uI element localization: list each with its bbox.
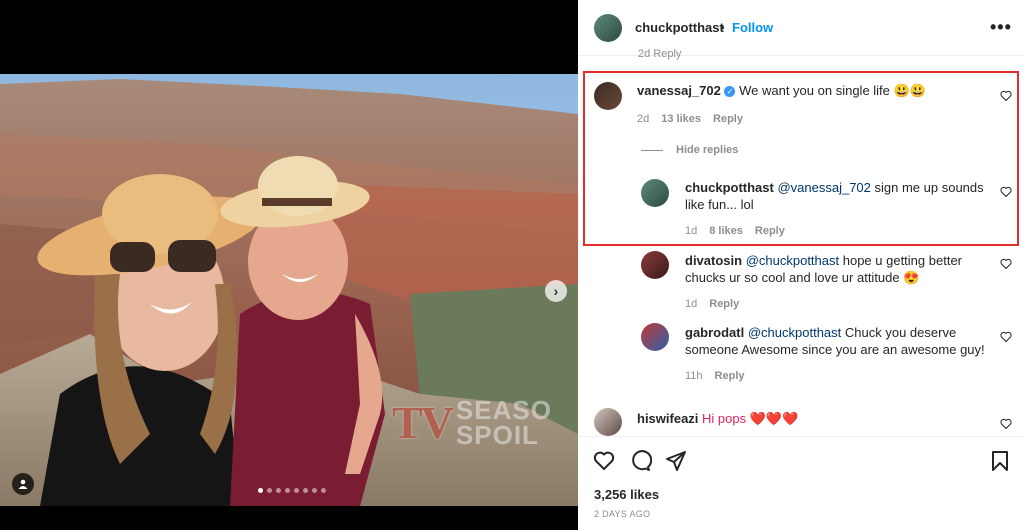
comment-time[interactable]: 1d xyxy=(685,298,697,310)
comment-username[interactable]: hiswifeazi xyxy=(637,411,698,426)
post-actions: 3,256 likes 2 DAYS AGO xyxy=(578,436,1024,530)
highlight-box xyxy=(583,71,1019,246)
carousel-dot xyxy=(294,488,299,493)
carousel-dots xyxy=(258,488,326,493)
comment-meta: 11h Reply xyxy=(685,370,745,382)
carousel-dot xyxy=(303,488,308,493)
heart-icon[interactable] xyxy=(1000,258,1012,270)
comment-username[interactable]: divatosin xyxy=(685,253,742,268)
carousel-dot xyxy=(312,488,317,493)
user-icon xyxy=(18,479,28,489)
more-options-button[interactable]: ••• xyxy=(990,17,1012,38)
post-media: TV SEASO SPOIL › xyxy=(0,0,578,530)
commenter-avatar[interactable] xyxy=(641,323,669,351)
reply-button[interactable]: Reply xyxy=(709,298,739,310)
comment-body: Hi pops ❤️❤️❤️ xyxy=(702,411,799,426)
comment-username[interactable]: gabrodatl xyxy=(685,325,744,340)
partial-comment-meta: 2d Reply xyxy=(638,48,682,60)
like-heart-icon[interactable] xyxy=(592,449,616,473)
carousel-dot xyxy=(276,488,281,493)
watermark-logo: TV xyxy=(392,397,454,448)
post-likes[interactable]: 3,256 likes xyxy=(594,487,659,502)
tagged-users-button[interactable] xyxy=(12,473,34,495)
share-icon[interactable] xyxy=(664,449,688,473)
carousel-dot xyxy=(267,488,272,493)
watermark-text: SEASO SPOIL xyxy=(455,394,552,450)
watermark-line-1: SEASO xyxy=(455,394,552,425)
carousel-dot xyxy=(258,488,263,493)
comment-mention[interactable]: @chuckpotthast xyxy=(748,325,841,340)
commenter-avatar[interactable] xyxy=(641,251,669,279)
comment-text: hiswifeazi Hi pops ❤️❤️❤️ xyxy=(637,410,967,427)
watermark: TV SEASO SPOIL xyxy=(392,396,552,449)
follow-button[interactable]: Follow xyxy=(732,20,773,35)
chevron-right-icon: › xyxy=(553,283,559,299)
comment-text: gabrodatl @chuckpotthast Chuck you deser… xyxy=(685,324,990,358)
commenter-avatar[interactable] xyxy=(594,408,622,436)
comment-meta: 1d Reply xyxy=(685,298,739,310)
header-separator: • xyxy=(720,20,725,35)
comment-time[interactable]: 11h xyxy=(685,370,703,382)
heart-icon[interactable] xyxy=(1000,331,1012,343)
post-photo: TV SEASO SPOIL xyxy=(0,74,578,506)
comment-mention[interactable]: @chuckpotthast xyxy=(746,253,839,268)
comment-text: divatosin @chuckpotthast hope u getting … xyxy=(685,252,990,286)
heart-icon[interactable] xyxy=(1000,418,1012,430)
watermark-line-2: SPOIL xyxy=(455,419,539,450)
next-image-button[interactable]: › xyxy=(545,280,567,302)
author-username[interactable]: chuckpotthast xyxy=(635,20,724,35)
author-avatar[interactable] xyxy=(594,14,622,42)
bookmark-icon[interactable] xyxy=(988,449,1012,473)
reply-button[interactable]: Reply xyxy=(715,370,745,382)
comment-icon[interactable] xyxy=(628,449,652,473)
carousel-dot xyxy=(321,488,326,493)
post-timestamp[interactable]: 2 DAYS AGO xyxy=(594,509,650,519)
carousel-dot xyxy=(285,488,290,493)
